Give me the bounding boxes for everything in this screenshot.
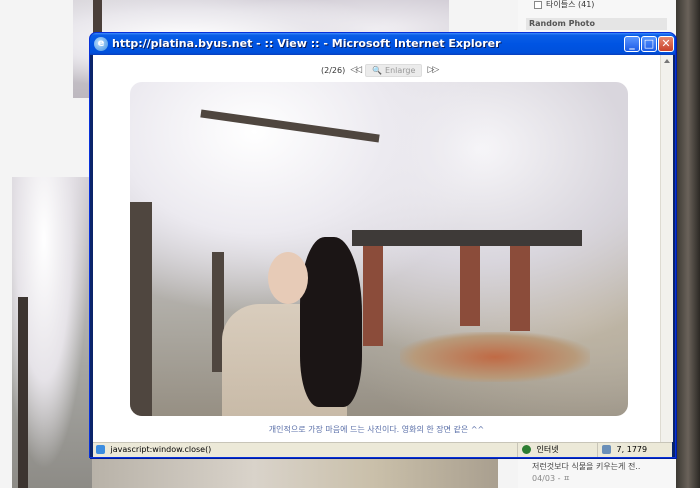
checkbox-icon (534, 0, 542, 9)
background-photo-bottom (92, 458, 498, 488)
news-date: 04/03 - ㅍ (532, 474, 571, 483)
maximize-button[interactable]: □ (641, 36, 657, 52)
zone-label: 인터넷 (536, 445, 559, 454)
status-text: javascript:window.close() (110, 445, 212, 454)
background-edge (676, 0, 700, 488)
tree-trunk (200, 109, 380, 143)
popup-content: (2/26) ◁◁ 🔍 Enlarge ▷▷ 개인적으로 가장 마음에 드는 사… (93, 55, 673, 442)
counter-segment: 7, 1779 (597, 443, 677, 457)
status-text-segment: javascript:window.close() (93, 443, 516, 457)
person-face (268, 252, 308, 304)
window-title: http://platina.byus.net - :: View :: - M… (112, 37, 501, 50)
pavilion-pillar (510, 246, 530, 331)
previous-photo-icon[interactable]: ◁◁ (350, 65, 362, 75)
sidebar-category-label: 타이들스 (41) (546, 0, 595, 9)
ie-popup-window: e http://platina.byus.net - :: View :: -… (89, 32, 676, 458)
photo-caption: 개인적으로 가장 마음에 드는 사진이다. 영화의 한 장면 같은 ^^ (268, 425, 485, 434)
pavilion-pillar (363, 246, 383, 346)
tree-trunk (130, 202, 152, 416)
zone-segment: 인터넷 (517, 443, 602, 457)
random-photo-heading: Random Photo (526, 18, 667, 30)
person-hair (300, 237, 362, 407)
enlarge-label: Enlarge (385, 65, 416, 75)
photo-counter: (2/26) (321, 65, 346, 75)
minimize-button[interactable]: _ (624, 36, 640, 52)
background-photo-left (12, 177, 92, 488)
enlarge-button[interactable]: 🔍 Enlarge (365, 63, 423, 77)
trash-icon (602, 445, 611, 454)
scroll-up-icon[interactable] (664, 59, 670, 63)
news-text: 저런것보다 식물을 키우는게 전.. (532, 462, 641, 471)
photo-navigation: (2/26) ◁◁ 🔍 Enlarge ▷▷ (321, 63, 439, 77)
next-photo-icon[interactable]: ▷▷ (427, 65, 439, 75)
title-bar[interactable]: e http://platina.byus.net - :: View :: -… (90, 33, 675, 55)
sidebar-category-item[interactable]: 타이들스 (41) (534, 0, 594, 10)
vertical-scrollbar[interactable] (660, 55, 673, 442)
page-icon (96, 445, 105, 454)
flower-bed (400, 332, 590, 382)
news-item[interactable]: 저런것보다 식물을 키우는게 전.. 04/03 - ㅍ (532, 461, 640, 485)
magnifier-icon: 🔍 (372, 65, 383, 75)
globe-icon (522, 445, 531, 454)
internet-explorer-icon: e (94, 37, 108, 51)
cherry-blossom-photo[interactable] (130, 82, 628, 416)
close-button[interactable]: ✕ (658, 36, 674, 52)
pavilion-pillar (460, 246, 480, 326)
status-counter: 7, 1779 (616, 445, 648, 454)
status-bar: javascript:window.close() 인터넷 7, 1779 (93, 442, 672, 457)
pavilion-roof (352, 230, 582, 246)
